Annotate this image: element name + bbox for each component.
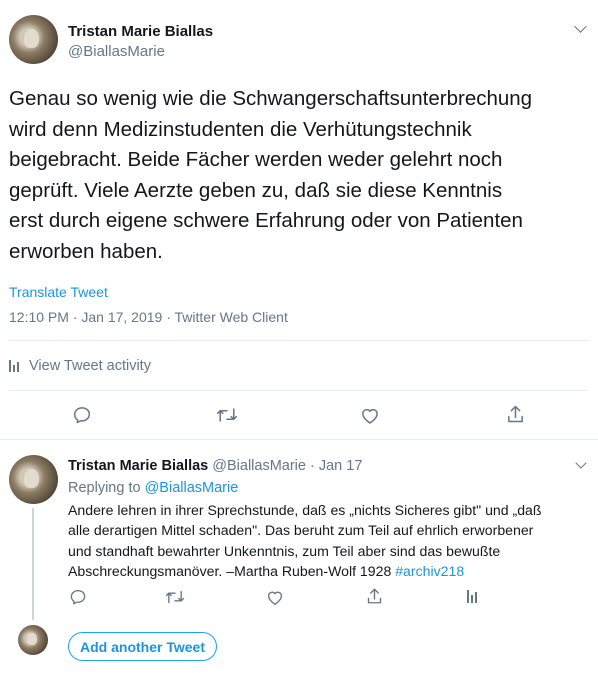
add-another-tweet-button[interactable]: Add another Tweet — [68, 632, 217, 661]
author-avatar[interactable] — [9, 15, 58, 64]
replying-to-handle-link[interactable]: @BiallasMarie — [145, 480, 239, 496]
divider — [9, 340, 589, 341]
tweet-text: Genau so wenig wie die Schwangerschaftsu… — [9, 87, 533, 263]
view-tweet-activity-label: View Tweet activity — [29, 358, 151, 374]
author-handle-date[interactable]: @BiallasMarie · Jan 17 — [212, 458, 362, 474]
share-icon[interactable] — [363, 585, 385, 607]
heart-icon[interactable] — [359, 404, 381, 426]
user-avatar — [18, 625, 48, 655]
author-handle[interactable]: @BiallasMarie — [68, 43, 165, 60]
share-icon[interactable] — [504, 403, 526, 425]
reply-icon[interactable] — [71, 404, 93, 426]
analytics-icon[interactable] — [461, 586, 483, 608]
main-tweet: Tristan Marie Biallas @BiallasMarie Gena… — [0, 0, 598, 440]
replying-to-prefix: Replying to — [68, 480, 145, 496]
reply-text: Andere lehren in ihrer Sprechstunde, daß… — [68, 500, 593, 582]
author-avatar[interactable] — [9, 455, 58, 504]
reply-icon[interactable] — [67, 586, 89, 608]
author-name[interactable]: Tristan Marie Biallas — [68, 23, 213, 40]
chevron-down-icon[interactable] — [574, 20, 587, 33]
analytics-bars — [467, 590, 477, 603]
thread-line — [32, 508, 34, 620]
author-name[interactable]: Tristan Marie Biallas — [68, 458, 208, 474]
reply-header: Tristan Marie Biallas @BiallasMarie · Ja… — [68, 458, 362, 474]
chevron-down-icon[interactable] — [575, 457, 587, 469]
retweet-icon[interactable] — [216, 404, 238, 426]
translate-tweet-link[interactable]: Translate Tweet — [9, 284, 108, 300]
divider — [9, 390, 589, 391]
hashtag-link[interactable]: #archiv218 — [395, 563, 464, 579]
heart-icon[interactable] — [264, 586, 286, 608]
tweet-timestamp[interactable]: 12:10 PM · Jan 17, 2019 · Twitter Web Cl… — [9, 309, 288, 325]
retweet-icon[interactable] — [164, 586, 186, 608]
reply-text-body: Andere lehren in ihrer Sprechstunde, daß… — [68, 502, 542, 580]
replying-to: Replying to @BiallasMarie — [68, 480, 238, 496]
view-tweet-activity-link[interactable]: View Tweet activity — [9, 358, 151, 374]
analytics-icon — [9, 360, 19, 372]
